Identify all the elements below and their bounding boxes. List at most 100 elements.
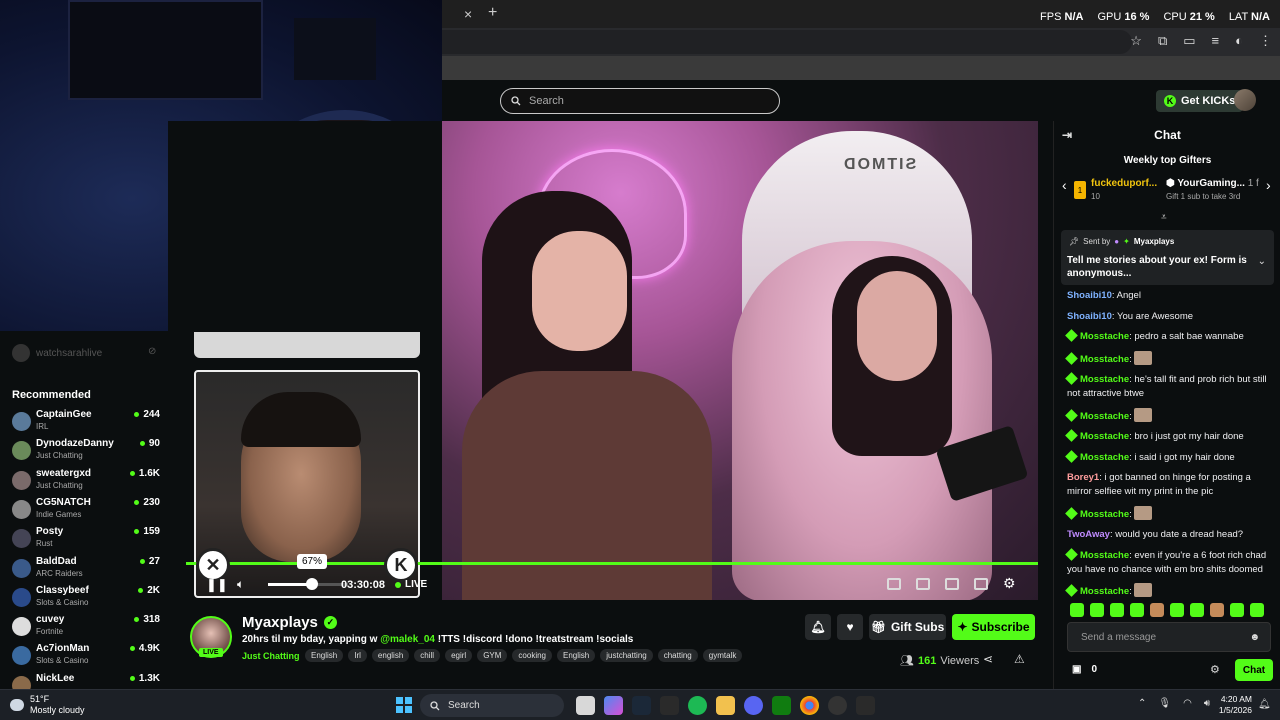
stream-tag[interactable]: english: [371, 649, 410, 662]
quick-emote-icon[interactable]: [1250, 603, 1264, 617]
recommended-channel[interactable]: Classybeef Slots & Casino 2K: [12, 585, 162, 613]
epic-launcher-icon[interactable]: [856, 696, 875, 715]
recommended-channel[interactable]: cuvey Fortnite 318: [12, 614, 162, 642]
reading-list-icon[interactable]: ≡: [1212, 33, 1220, 49]
quick-emote-icon[interactable]: [1070, 603, 1084, 617]
chat-username[interactable]: Mosstache: [1080, 374, 1129, 385]
stream-tag[interactable]: chatting: [657, 649, 698, 662]
recommended-channel[interactable]: DynodazeDanny Just Chatting 90: [12, 438, 162, 466]
chat-username[interactable]: Mosstache: [1080, 354, 1129, 365]
clip-icon[interactable]: [916, 578, 930, 590]
recommended-channel[interactable]: CaptainGee IRL 244: [12, 409, 162, 437]
chat-message-input[interactable]: Send a message ☻: [1067, 622, 1271, 652]
recommended-channel[interactable]: BaldDad ARC Raiders 27: [12, 556, 162, 584]
chat-username[interactable]: Mosstache: [1080, 550, 1129, 561]
taskbar-search[interactable]: Search: [420, 694, 564, 717]
profile-icon[interactable]: ◐: [1235, 33, 1243, 49]
new-tab-button[interactable]: +: [488, 4, 497, 22]
chat-username[interactable]: Shoaibi10: [1067, 311, 1112, 322]
kick-points[interactable]: ▣ 0: [1072, 664, 1097, 675]
taskbar-clock[interactable]: 4:20 AM 1/5/2026: [1216, 694, 1252, 716]
quick-emote-icon[interactable]: [1190, 603, 1204, 617]
emoji-picker-icon[interactable]: ☻: [1249, 632, 1260, 643]
recommended-channel[interactable]: CG5NATCH Indie Games 230: [12, 497, 162, 525]
weather-widget[interactable]: 51°F Mostly cloudy: [10, 694, 85, 716]
microphone-icon[interactable]: 🎙︎: [1158, 698, 1171, 709]
settings-gear-icon[interactable]: ⚙: [1003, 575, 1016, 592]
stream-tag[interactable]: GYM: [477, 649, 508, 662]
notification-bell-button[interactable]: 🔔︎: [805, 614, 831, 640]
pinned-message[interactable]: 📌︎ Sent by ● ✦ Myaxplays Tell me stories…: [1061, 230, 1274, 285]
stream-tag[interactable]: cooking: [512, 649, 552, 662]
discord-icon[interactable]: [744, 696, 763, 715]
chat-username[interactable]: TwoAway: [1067, 529, 1110, 540]
chat-settings-icon[interactable]: ⚙: [1210, 663, 1220, 676]
quick-emote-icon[interactable]: [1110, 603, 1124, 617]
extensions-icon[interactable]: ⧉: [1158, 33, 1167, 49]
followed-channel[interactable]: watchsarahlive ⊘: [12, 344, 156, 362]
epic-games-icon[interactable]: [660, 696, 679, 715]
search-input[interactable]: Search: [500, 88, 780, 114]
stream-tag[interactable]: chill: [414, 649, 441, 662]
stream-tag[interactable]: justchatting: [600, 649, 653, 662]
chat-username[interactable]: Mosstache: [1080, 411, 1129, 422]
url-field[interactable]: [442, 30, 1132, 54]
recommended-channel[interactable]: Posty Rust 159: [12, 526, 162, 554]
wifi-icon[interactable]: ◠: [1183, 698, 1192, 709]
share-icon[interactable]: ⋖: [983, 652, 993, 666]
chat-username[interactable]: Mosstache: [1080, 331, 1129, 342]
quick-emote-icon[interactable]: [1170, 603, 1184, 617]
chat-username[interactable]: Mosstache: [1080, 431, 1129, 442]
chat-username[interactable]: Mosstache: [1080, 452, 1129, 463]
gift-subs-button[interactable]: 🎁︎ Gift Subs: [869, 614, 946, 640]
copilot-icon[interactable]: [604, 696, 623, 715]
streamer-name[interactable]: Myaxplays: [242, 614, 318, 631]
stream-tag[interactable]: egirl: [445, 649, 473, 662]
obs-icon[interactable]: [828, 696, 847, 715]
file-explorer-icon[interactable]: [716, 696, 735, 715]
pip-kick-button[interactable]: K: [384, 548, 418, 582]
speaker-icon[interactable]: 🔊︎: [1204, 698, 1210, 709]
browser-menu-icon[interactable]: ⋮: [1259, 33, 1272, 49]
user-avatar[interactable]: [1234, 89, 1256, 111]
tray-overflow-icon[interactable]: ⌃: [1138, 698, 1146, 709]
quick-emote-icon[interactable]: [1090, 603, 1104, 617]
chat-username[interactable]: Mosstache: [1080, 509, 1129, 520]
main-video-player[interactable]: SITMOD: [442, 121, 1038, 600]
chat-username[interactable]: Borey1: [1067, 472, 1099, 483]
send-chat-button[interactable]: Chat: [1235, 659, 1273, 681]
chrome-icon[interactable]: [800, 696, 819, 715]
collapse-chat-icon[interactable]: ⇥: [1062, 128, 1072, 142]
chat-username[interactable]: Mosstache: [1080, 586, 1129, 597]
quick-emote-icon[interactable]: [1230, 603, 1244, 617]
xbox-icon[interactable]: [772, 696, 791, 715]
get-kicks-button[interactable]: K Get KICKs: [1156, 90, 1244, 112]
chevron-right-icon[interactable]: ›: [1266, 177, 1271, 193]
pause-button[interactable]: ❚❚: [206, 577, 228, 593]
stream-category[interactable]: Just Chatting: [242, 651, 300, 661]
spotify-icon[interactable]: [688, 696, 707, 715]
top-gifter-2[interactable]: ⬢ YourGaming... 1 f Gift 1 sub to take 3…: [1166, 178, 1259, 201]
volume-icon[interactable]: 🔈︎: [237, 577, 244, 592]
chevron-left-icon[interactable]: ‹: [1062, 177, 1067, 193]
recommended-channel[interactable]: sweatergxd Just Chatting 1.6K: [12, 468, 162, 496]
top-gifter-1[interactable]: fuckeduporf... 10: [1091, 178, 1157, 201]
stream-tag[interactable]: Irl: [348, 649, 367, 662]
stream-tag[interactable]: gymtalk: [702, 649, 743, 662]
chevron-down-icon[interactable]: ⌄: [1258, 256, 1266, 267]
expand-gifters-icon[interactable]: ⩡: [1161, 212, 1167, 223]
report-icon[interactable]: ⚠: [1014, 652, 1025, 666]
quick-emote-icon[interactable]: [1130, 603, 1144, 617]
stream-title-mention[interactable]: @malek_04: [380, 634, 435, 645]
notifications-icon[interactable]: 🔔︎: [1258, 699, 1271, 710]
fullscreen-icon[interactable]: [974, 578, 988, 590]
bookmark-star-icon[interactable]: ☆: [1130, 33, 1142, 49]
theatre-mode-icon[interactable]: [887, 578, 901, 590]
recommended-channel[interactable]: Ac7ionMan Slots & Casino 4.9K: [12, 643, 162, 671]
cast-icon[interactable]: ▭: [1183, 33, 1195, 49]
mini-player-icon[interactable]: [945, 578, 959, 590]
quick-emote-icon[interactable]: [1150, 603, 1164, 617]
windows-start-button[interactable]: [396, 697, 412, 713]
task-view-icon[interactable]: [576, 696, 595, 715]
stream-tag[interactable]: English: [305, 649, 344, 662]
